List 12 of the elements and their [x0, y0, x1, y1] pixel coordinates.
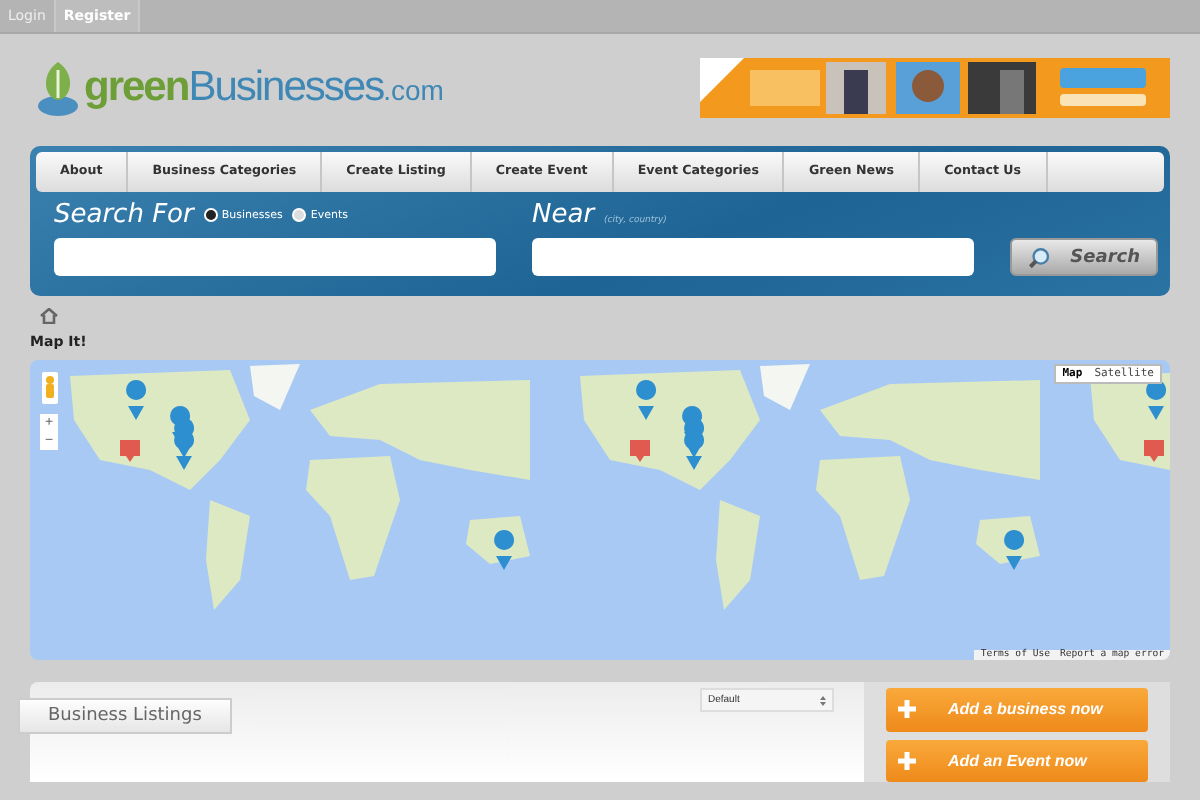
location-field[interactable]	[532, 238, 974, 276]
plus-icon	[898, 700, 916, 719]
search-label: Search For	[54, 200, 194, 230]
search-field[interactable]	[54, 238, 496, 276]
search-icon	[1028, 243, 1051, 271]
plus-icon	[898, 751, 916, 770]
updown-arrow-icon	[820, 695, 826, 705]
search-button[interactable]: Search	[1010, 238, 1158, 276]
home-icon[interactable]	[40, 308, 58, 324]
pegman-icon[interactable]	[42, 372, 58, 404]
leaf-logo-icon	[36, 58, 80, 118]
near-label: Near	[532, 200, 595, 230]
